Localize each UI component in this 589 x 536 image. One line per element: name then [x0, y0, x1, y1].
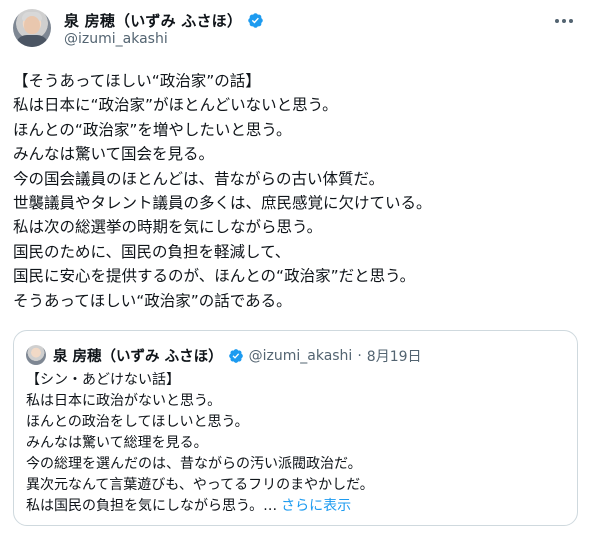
tweet-line: 私は次の総選挙の時期を気にしながら思う。 — [13, 218, 323, 237]
quoted-text: 【シン・あどけない話】 私は日本に政治がないと思う。 ほんとの政治をしてほしいと… — [26, 370, 566, 517]
author-display-name[interactable]: 泉 房穂（いずみ ふさほ） — [64, 10, 242, 31]
quoted-line: ほんとの政治をしてほしいと思う。 — [26, 414, 249, 430]
tweet-line: ほんとの“政治家”を増やしたいと思う。 — [13, 120, 292, 139]
quoted-display-name: 泉 房穂（いずみ ふさほ） — [53, 349, 223, 365]
quoted-line: 【シン・あどけない話】 — [26, 372, 180, 388]
more-options-icon[interactable] — [553, 14, 575, 28]
author-handle[interactable]: @izumi_akashi — [64, 31, 168, 47]
quoted-line: 異次元なんて言葉遊びも、やってるフリのまやかしだ。 — [26, 477, 374, 493]
quoted-last-line-row: 私は国民の負担を気にしながら思う。… さらに表示 — [26, 496, 566, 517]
quoted-separator: · — [357, 347, 362, 364]
verified-badge-icon — [228, 348, 243, 363]
author-avatar[interactable] — [13, 9, 51, 47]
show-more-link[interactable]: さらに表示 — [281, 498, 351, 514]
quoted-date[interactable]: 8月19日 — [367, 346, 422, 366]
author-name-row: 泉 房穂（いずみ ふさほ） — [64, 10, 264, 31]
quoted-handle: @izumi_akashi — [248, 347, 353, 364]
quoted-line: みんなは驚いて総理を見る。 — [26, 435, 208, 451]
quoted-author-avatar — [26, 345, 46, 365]
tweet-line: 世襲議員やタレント議員の多くは、庶民感覚に欠けている。 — [13, 193, 432, 212]
tweet-line: 私は日本に“政治家”がほとんどいないと思う。 — [13, 96, 338, 115]
tweet-card[interactable]: 泉 房穂（いずみ ふさほ） @izumi_akashi 【そうあってほしい“政治… — [0, 0, 589, 536]
tweet-line: 今の国会議員のほとんどは、昔ながらの古い体質だ。 — [13, 169, 385, 188]
tweet-line: 国民のために、国民の負担を軽減して、 — [13, 242, 291, 261]
tweet-line: 国民に安心を提供するのが、ほんとの“政治家”だと思う。 — [13, 267, 416, 286]
tweet-text: 【そうあってほしい“政治家”の話】 私は日本に“政治家”がほとんどいないと思う。… — [13, 69, 579, 313]
quoted-line: 私は日本に政治がないと思う。 — [26, 393, 222, 409]
tweet-line: みんなは驚いて国会を見る。 — [13, 145, 215, 164]
quoted-line: 私は国民の負担を気にしながら思う。… — [26, 498, 278, 514]
quoted-line: 今の総理を選んだのは、昔ながらの汚い派閥政治だ。 — [26, 456, 362, 472]
tweet-line: そうあってほしい“政治家”の話である。 — [13, 291, 292, 310]
tweet-line: 【そうあってほしい“政治家”の話】 — [13, 72, 261, 90]
quoted-header: 泉 房穂（いずみ ふさほ） @izumi_akashi · 8月19日 — [53, 345, 422, 366]
verified-badge-icon — [248, 13, 263, 28]
quoted-tweet-card[interactable]: 泉 房穂（いずみ ふさほ） @izumi_akashi · 8月19日 【シン・… — [13, 330, 578, 526]
